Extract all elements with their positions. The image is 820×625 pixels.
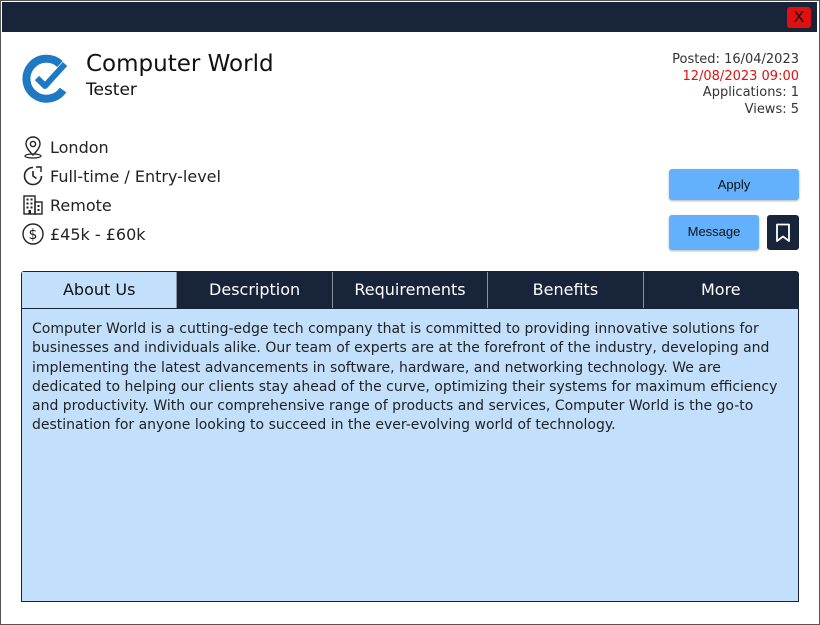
location-text: London	[50, 137, 109, 157]
workplace-row: Remote	[20, 192, 112, 218]
tab-more[interactable]: More	[642, 272, 798, 308]
salary-text: £45k - £60k	[50, 224, 146, 244]
job-type-row: Full-time / Entry-level	[20, 163, 221, 189]
clock-icon	[20, 163, 46, 189]
about-text: Computer World is a cutting-edge tech co…	[32, 321, 778, 434]
applications-count: Applications: 1	[702, 85, 799, 100]
tab-about-us[interactable]: About Us	[22, 272, 177, 308]
svg-text:$: $	[29, 227, 38, 243]
close-button[interactable]: X	[787, 7, 811, 28]
apply-button[interactable]: Apply	[669, 169, 799, 200]
salary-row: $ £45k - £60k	[20, 221, 146, 247]
posted-date: Posted: 16/04/2023	[672, 52, 799, 67]
company-logo	[20, 52, 72, 104]
views-count: Views: 5	[744, 101, 799, 117]
tab-content-panel: Computer World is a cutting-edge tech co…	[21, 309, 799, 602]
dollar-icon: $	[20, 221, 46, 247]
tab-benefits[interactable]: Benefits	[487, 272, 642, 308]
location-row: London	[20, 134, 109, 160]
job-type-text: Full-time / Entry-level	[50, 166, 221, 186]
bookmark-button[interactable]	[767, 215, 799, 250]
job-role: Tester	[86, 80, 137, 100]
logo-check-icon	[22, 54, 68, 103]
location-pin-icon	[20, 134, 46, 160]
deadline-date: 12/08/2023 09:00	[682, 68, 799, 84]
building-icon	[20, 192, 46, 218]
job-meta: Posted: 16/04/2023 12/08/2023 09:00 Appl…	[672, 52, 799, 118]
message-button[interactable]: Message	[669, 215, 759, 250]
tab-bar: About Us Description Requirements Benefi…	[21, 271, 799, 309]
title-bar: X	[2, 2, 817, 32]
tab-description[interactable]: Description	[176, 272, 331, 308]
bookmark-icon	[776, 223, 790, 242]
company-name: Computer World	[86, 51, 274, 77]
tab-requirements[interactable]: Requirements	[331, 272, 487, 308]
workplace-text: Remote	[50, 195, 112, 215]
